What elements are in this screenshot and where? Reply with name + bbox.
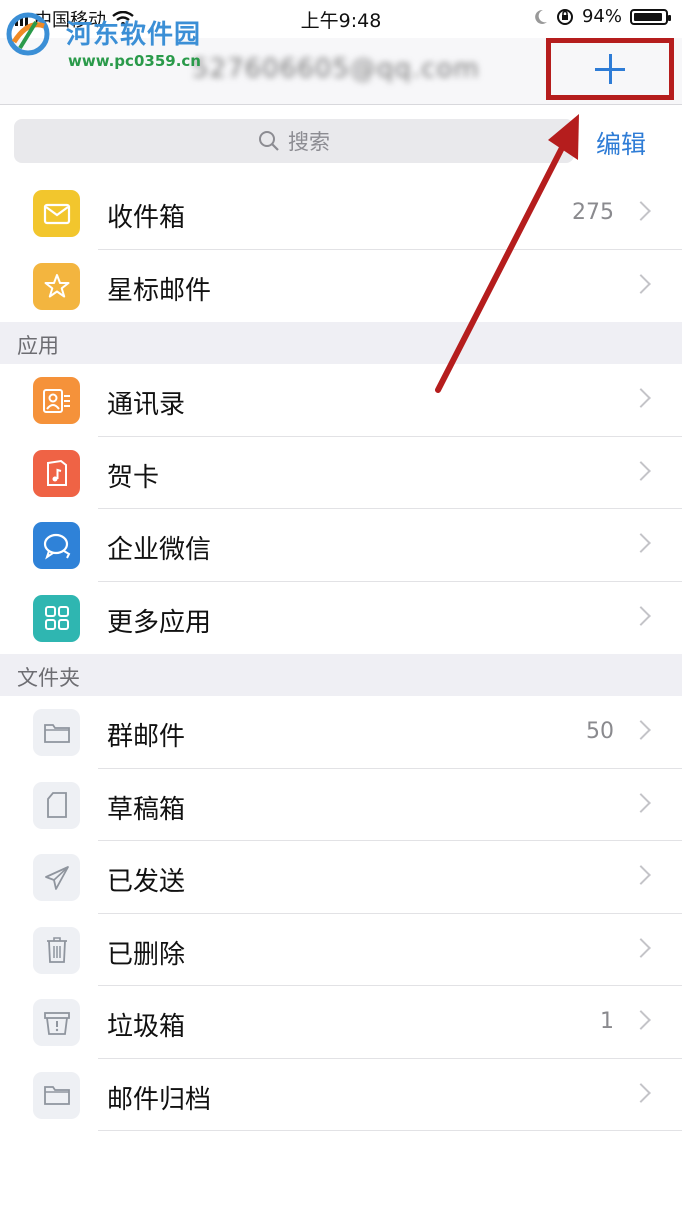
section-title: 文件夹 xyxy=(17,666,80,690)
more-apps-icon xyxy=(33,594,80,642)
folder-row-drafts[interactable]: 草稿箱 xyxy=(0,768,682,841)
archive-folder-icon xyxy=(33,1071,80,1119)
row-label: 收件箱 xyxy=(107,203,186,233)
row-label: 更多应用 xyxy=(107,607,212,638)
chevron-right-icon xyxy=(631,460,651,481)
battery-icon xyxy=(630,8,671,25)
chevron-right-icon xyxy=(631,533,651,553)
row-label: 已删除 xyxy=(107,939,186,970)
chevron-right-icon xyxy=(631,273,651,294)
folder-row-group-mail[interactable]: 群邮件 50 xyxy=(0,696,682,769)
rotation-lock-icon xyxy=(556,8,573,25)
sent-icon xyxy=(33,854,80,901)
contacts-icon xyxy=(33,377,80,424)
account-email[interactable]: 527606605@qq.com xyxy=(192,54,480,84)
search-input[interactable]: 搜索 xyxy=(14,119,574,163)
draft-icon xyxy=(33,781,80,829)
chevron-right-icon xyxy=(631,720,651,740)
watermark-logo-icon xyxy=(6,12,50,56)
chevron-right-icon xyxy=(631,865,651,885)
inbox-icon xyxy=(33,190,80,237)
app-row-wework[interactable]: 企业微信 xyxy=(0,509,682,582)
watermark: 河东软件园 www.pc0359.cn xyxy=(6,10,216,70)
star-icon xyxy=(33,262,80,310)
folder-row-deleted[interactable]: 已删除 xyxy=(0,913,682,986)
row-label: 已发送 xyxy=(107,867,186,897)
folder-row-archive[interactable]: 邮件归档 xyxy=(0,1058,682,1131)
watermark-url: www.pc0359.cn xyxy=(68,52,201,70)
greeting-card-icon xyxy=(33,449,80,497)
section-header-folders: 文件夹 xyxy=(0,654,682,696)
search-icon xyxy=(259,131,279,151)
trash-icon xyxy=(33,926,80,974)
folder-row-spam[interactable]: 垃圾箱 1 xyxy=(0,986,682,1059)
chevron-right-icon xyxy=(631,1082,651,1103)
spam-icon xyxy=(33,999,80,1046)
section-header-apps: 应用 xyxy=(0,322,682,364)
row-label: 通讯录 xyxy=(107,390,186,420)
chevron-right-icon xyxy=(631,388,651,408)
row-label: 贺卡 xyxy=(107,462,160,493)
row-label: 草稿箱 xyxy=(107,794,186,825)
battery-fill xyxy=(634,12,662,21)
row-label: 企业微信 xyxy=(107,535,212,565)
search-row: 搜索 编辑 xyxy=(0,105,682,177)
section-title: 应用 xyxy=(17,334,59,358)
app-row-more-apps[interactable]: 更多应用 xyxy=(0,581,682,654)
watermark-title: 河东软件园 xyxy=(66,20,202,50)
row-label: 星标邮件 xyxy=(107,275,212,306)
chevron-right-icon xyxy=(631,792,651,813)
mailbox-list: 收件箱 275 星标邮件 应用 通讯录 贺卡 企业微信 更多应用 文件夹 群邮件… xyxy=(0,177,682,1131)
status-right: 94% xyxy=(534,6,671,27)
unread-count: 275 xyxy=(572,200,614,225)
folder-icon xyxy=(33,709,80,756)
moon-icon xyxy=(535,9,547,24)
plus-icon xyxy=(595,54,625,84)
app-row-contacts[interactable]: 通讯录 xyxy=(0,364,682,437)
divider xyxy=(98,1130,682,1131)
edit-button[interactable]: 编辑 xyxy=(596,125,646,161)
search-placeholder: 搜索 xyxy=(288,130,330,154)
mailbox-row-starred[interactable]: 星标邮件 xyxy=(0,249,682,322)
chevron-right-icon xyxy=(631,605,651,626)
folder-row-sent[interactable]: 已发送 xyxy=(0,841,682,914)
wework-icon xyxy=(33,522,80,569)
row-label: 垃圾箱 xyxy=(107,1012,186,1042)
unread-count: 50 xyxy=(586,719,614,744)
add-button[interactable] xyxy=(546,38,674,100)
chevron-right-icon xyxy=(631,201,651,221)
chevron-right-icon xyxy=(631,1010,651,1030)
unread-count: 1 xyxy=(600,1009,614,1034)
battery-percent: 94% xyxy=(581,6,622,27)
row-label: 邮件归档 xyxy=(107,1084,212,1115)
row-label: 群邮件 xyxy=(107,722,186,752)
chevron-right-icon xyxy=(631,937,651,958)
mailbox-row-inbox[interactable]: 收件箱 275 xyxy=(0,177,682,250)
app-row-greeting-card[interactable]: 贺卡 xyxy=(0,436,682,509)
